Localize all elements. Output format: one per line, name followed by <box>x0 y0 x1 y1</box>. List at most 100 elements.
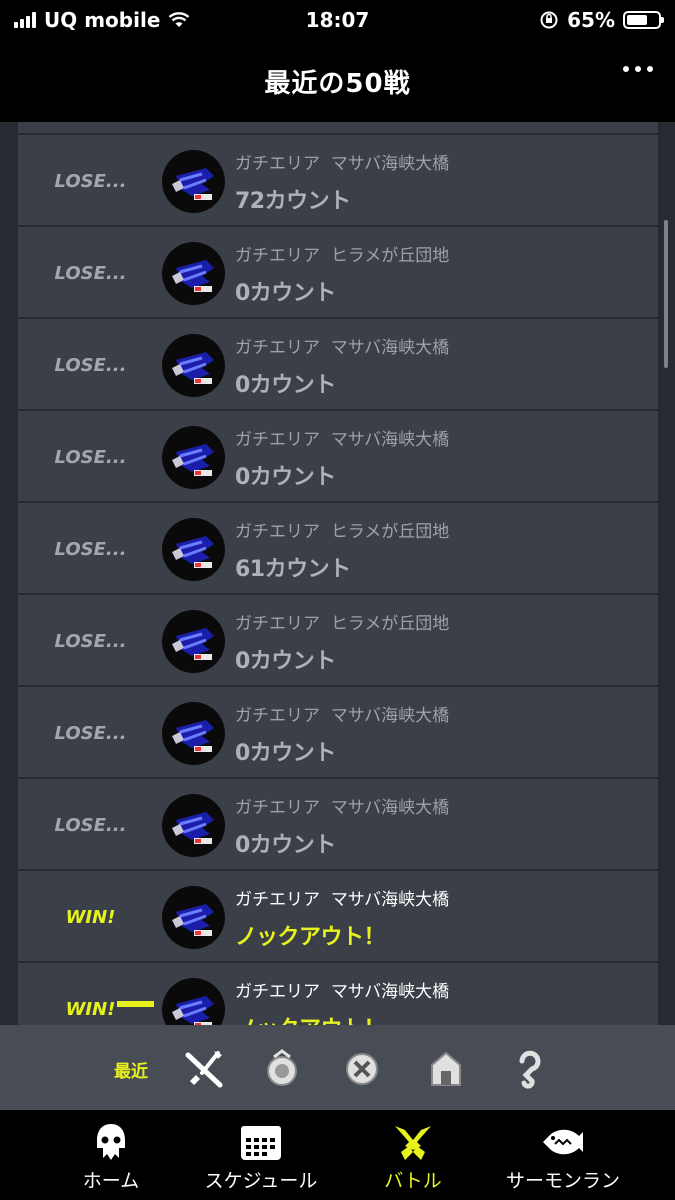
battle-mode-stage: ガチエリア ヒラメが丘団地 <box>235 609 449 634</box>
battle-result: LOSE... <box>54 262 127 284</box>
battle-mode: ガチエリア <box>235 246 320 266</box>
battle-mode: ガチエリア <box>235 890 320 910</box>
battle-row[interactable]: LOSE... ガチエリア マサバ海峡大橋 0カウント <box>18 411 658 503</box>
battle-outcome: 0カウント <box>235 833 336 858</box>
battle-mode-stage: ガチエリア マサバ海峡大橋 <box>235 149 449 174</box>
orientation-lock-icon <box>540 11 558 29</box>
weapon-shape <box>172 260 214 292</box>
battery-percent: 65% <box>567 8 615 32</box>
salmon-icon <box>543 1129 583 1155</box>
battle-mode-stage: ガチエリア マサバ海峡大橋 <box>235 701 449 726</box>
page-title: 最近の50戦 <box>264 68 411 99</box>
battle-stage: ヒラメが丘団地 <box>330 614 450 634</box>
nav-schedule[interactable]: スケジュール <box>196 1110 326 1200</box>
weapon-icon <box>162 150 225 213</box>
wifi-icon <box>169 12 190 27</box>
battle-mode: ガチエリア <box>235 338 320 358</box>
battle-mode: ガチエリア <box>235 154 320 174</box>
weapon-icon <box>162 610 225 673</box>
battle-stage: ヒラメが丘団地 <box>330 522 450 542</box>
more-options-button[interactable] <box>623 66 653 72</box>
weapon-shape <box>172 720 214 752</box>
nav-home[interactable]: ホーム <box>76 1110 146 1200</box>
battle-filter-bar: 最近 <box>0 1025 675 1110</box>
battle-outcome: 0カウント <box>235 741 336 766</box>
battle-mode-stage: ガチエリア マサバ海峡大橋 <box>235 793 449 818</box>
battle-mode: ガチエリア <box>235 982 320 1002</box>
battle-result: LOSE... <box>54 814 127 836</box>
ranked-battle-icon[interactable] <box>260 1047 304 1091</box>
battle-result: WIN! <box>65 998 116 1020</box>
weapon-icon <box>162 334 225 397</box>
weapon-icon <box>162 886 225 949</box>
battery-icon <box>623 11 664 29</box>
fest-battle-icon[interactable] <box>506 1047 550 1091</box>
weapon-icon <box>162 518 225 581</box>
private-battle-icon[interactable] <box>424 1047 468 1091</box>
nav-battle[interactable]: バトル <box>376 1110 450 1200</box>
battle-mode-stage: ガチエリア マサバ海峡大橋 <box>235 885 449 910</box>
nav-salmon-run[interactable]: サーモンラン <box>500 1110 626 1200</box>
weapon-icon <box>162 242 225 305</box>
battle-list: LOSE... ガチエリア マサバ海峡大橋 72カウント LOSE... ガチエ… <box>18 122 658 1025</box>
battle-result: LOSE... <box>54 170 127 192</box>
battle-mode: ガチエリア <box>235 522 320 542</box>
battle-row[interactable]: LOSE... ガチエリア マサバ海峡大橋 0カウント <box>18 319 658 411</box>
filter-active-underline <box>117 1001 154 1007</box>
battle-stage: マサバ海峡大橋 <box>330 982 450 1002</box>
battle-stage: マサバ海峡大橋 <box>330 154 450 174</box>
weapon-shape <box>172 444 214 476</box>
battle-mode-stage: ガチエリア マサバ海峡大橋 <box>235 977 449 1002</box>
battle-row[interactable]: WIN! ガチエリア マサバ海峡大橋 ノックアウト！ <box>18 963 658 1025</box>
previous-row-edge <box>18 122 658 135</box>
battle-outcome: 72カウント <box>235 189 351 214</box>
battle-mode-stage: ガチエリア ヒラメが丘団地 <box>235 241 449 266</box>
battle-mode: ガチエリア <box>235 798 320 818</box>
battle-outcome: ノックアウト！ <box>235 925 386 950</box>
battle-result: LOSE... <box>54 630 127 652</box>
calendar-icon <box>241 1126 281 1160</box>
weapon-icon <box>162 794 225 857</box>
battle-mode-stage: ガチエリア マサバ海峡大橋 <box>235 425 449 450</box>
battle-stage: マサバ海峡大橋 <box>330 890 450 910</box>
battle-outcome: 0カウント <box>235 649 336 674</box>
battle-outcome: 0カウント <box>235 465 336 490</box>
more-dot-icon <box>647 66 653 72</box>
nav-home-label: ホーム <box>82 1170 140 1192</box>
battle-icon <box>395 1126 431 1160</box>
clock: 18:07 <box>305 8 370 32</box>
weapon-icon <box>162 426 225 489</box>
squid-icon <box>97 1124 125 1160</box>
battle-row[interactable]: LOSE... ガチエリア ヒラメが丘団地 0カウント <box>18 227 658 319</box>
x-battle-icon[interactable] <box>340 1047 384 1091</box>
weapon-shape <box>172 812 214 844</box>
filter-recent-tab[interactable]: 最近 <box>114 1057 148 1082</box>
battle-mode: ガチエリア <box>235 614 320 634</box>
battle-mode: ガチエリア <box>235 706 320 726</box>
regular-battle-icon[interactable] <box>182 1047 226 1091</box>
battle-row[interactable]: LOSE... ガチエリア ヒラメが丘団地 0カウント <box>18 595 658 687</box>
battle-outcome: 61カウント <box>235 557 351 582</box>
battle-result: LOSE... <box>54 722 127 744</box>
scrollbar[interactable] <box>664 220 668 368</box>
battle-row[interactable]: LOSE... ガチエリア マサバ海峡大橋 0カウント <box>18 779 658 871</box>
battle-outcome: 0カウント <box>235 373 336 398</box>
battle-outcome: 0カウント <box>235 281 336 306</box>
battle-result: LOSE... <box>54 538 127 560</box>
weapon-shape <box>172 996 214 1025</box>
weapon-shape <box>172 904 214 936</box>
battle-outcome: ノックアウト！ <box>235 1011 386 1025</box>
battle-stage: マサバ海峡大橋 <box>330 798 450 818</box>
nav-salmon-run-label: サーモンラン <box>505 1170 620 1192</box>
battle-list-container[interactable]: LOSE... ガチエリア マサバ海峡大橋 72カウント LOSE... ガチエ… <box>0 122 675 1025</box>
battle-result: LOSE... <box>54 446 127 468</box>
weapon-icon <box>162 702 225 765</box>
battle-row[interactable]: WIN! ガチエリア マサバ海峡大橋 ノックアウト！ <box>18 871 658 963</box>
battle-row[interactable]: LOSE... ガチエリア マサバ海峡大橋 0カウント <box>18 687 658 779</box>
battle-row[interactable]: LOSE... ガチエリア ヒラメが丘団地 61カウント <box>18 503 658 595</box>
battle-stage: マサバ海峡大橋 <box>330 430 450 450</box>
nav-schedule-label: スケジュール <box>204 1170 318 1192</box>
battle-row[interactable]: LOSE... ガチエリア マサバ海峡大橋 72カウント <box>18 135 658 227</box>
weapon-shape <box>172 628 214 660</box>
nav-battle-label: バトル <box>384 1170 442 1192</box>
